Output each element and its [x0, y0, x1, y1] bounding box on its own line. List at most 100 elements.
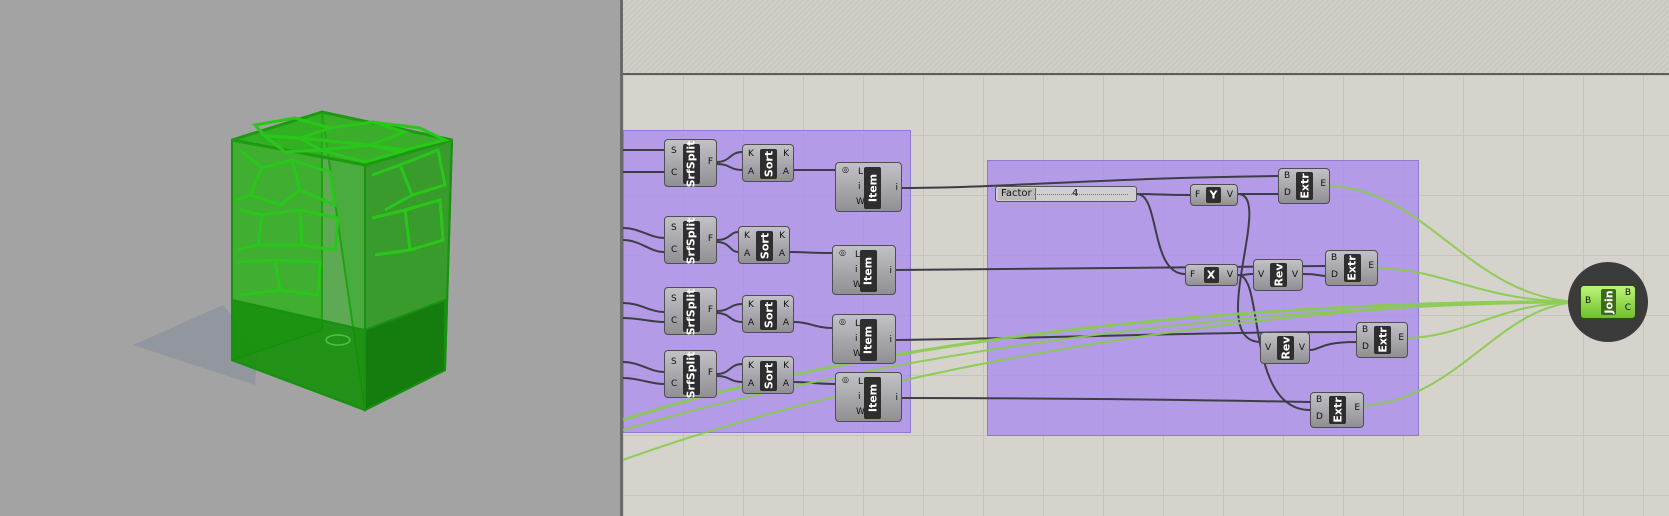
output-port[interactable]: V [1292, 270, 1298, 280]
output-port[interactable]: E [1368, 261, 1374, 271]
sort-component[interactable]: K A Sort K A [742, 295, 794, 333]
input-port[interactable]: i [858, 392, 861, 402]
sort-component[interactable]: K A Sort K A [742, 356, 794, 394]
output-port[interactable]: V [1227, 270, 1233, 280]
output-port[interactable]: V [1227, 190, 1233, 200]
output-port[interactable]: F [708, 234, 713, 244]
component-label: Sort [758, 232, 771, 260]
list-item-component[interactable]: ◎ L i W Item i [832, 245, 896, 295]
input-port[interactable]: B [1316, 395, 1322, 405]
component-label: Item [861, 256, 875, 286]
reverse-component[interactable]: V Rev V [1253, 259, 1303, 291]
component-label: SrfSplit [684, 288, 698, 336]
extrude-component[interactable]: B D Extr E [1356, 322, 1408, 358]
output-port[interactable]: i [889, 266, 892, 276]
output-port[interactable]: K [783, 149, 789, 159]
reparam-icon: ◎ [842, 165, 849, 174]
input-port[interactable]: A [748, 379, 754, 389]
input-port[interactable]: C [671, 316, 677, 326]
output-port[interactable]: i [889, 335, 892, 345]
extrude-component[interactable]: B D Extr E [1278, 168, 1330, 204]
output-port[interactable]: F [708, 157, 713, 167]
output-port[interactable]: F [708, 368, 713, 378]
srfsplit-component[interactable]: S C SrfSplit F [664, 139, 717, 187]
output-port[interactable]: A [783, 167, 789, 177]
output-port[interactable]: B [1625, 288, 1631, 298]
input-port[interactable]: D [1316, 412, 1323, 422]
component-label: Item [866, 383, 880, 413]
output-port[interactable]: E [1320, 179, 1326, 189]
input-port[interactable]: C [671, 245, 677, 255]
component-label: Extr [1298, 173, 1311, 199]
input-port[interactable]: K [748, 300, 754, 310]
input-port[interactable]: L [858, 377, 863, 387]
input-port[interactable]: B [1331, 253, 1337, 263]
component-label: X [1206, 268, 1216, 282]
list-item-component[interactable]: ◎ L i W Item i [835, 372, 902, 422]
output-port[interactable]: E [1354, 403, 1360, 413]
output-port[interactable]: C [1625, 303, 1631, 313]
component-label: SrfSplit [684, 217, 698, 265]
extrude-component[interactable]: B D Extr E [1310, 392, 1364, 428]
output-port[interactable]: A [783, 318, 789, 328]
input-port[interactable]: V [1258, 270, 1264, 280]
srfsplit-component[interactable]: S C SrfSplit F [664, 287, 717, 335]
sort-component[interactable]: K A Sort K A [742, 144, 794, 182]
input-port[interactable]: B [1585, 296, 1591, 306]
input-port[interactable]: C [671, 168, 677, 178]
srfsplit-component[interactable]: S C SrfSplit F [664, 216, 717, 264]
component-label: Item [861, 325, 875, 355]
extrude-component[interactable]: B D Extr E [1325, 250, 1378, 286]
input-port[interactable]: A [748, 167, 754, 177]
slider-track[interactable] [1034, 194, 1128, 195]
input-port[interactable]: K [748, 149, 754, 159]
input-port[interactable]: K [744, 231, 750, 241]
output-port[interactable]: F [708, 305, 713, 315]
input-port[interactable]: D [1331, 270, 1338, 280]
input-port[interactable]: S [671, 357, 677, 367]
component-label: Extr [1376, 327, 1389, 353]
output-port[interactable]: i [895, 183, 898, 193]
unit-y-component[interactable]: F Y V [1190, 184, 1238, 206]
input-port[interactable]: L [858, 167, 863, 177]
input-port[interactable]: A [748, 318, 754, 328]
input-port[interactable]: V [1265, 343, 1271, 353]
output-port[interactable]: A [783, 379, 789, 389]
input-port[interactable]: D [1284, 188, 1291, 198]
output-port[interactable]: E [1398, 333, 1404, 343]
component-label: Sort [762, 301, 775, 329]
input-port[interactable]: C [671, 379, 677, 389]
input-port[interactable]: S [671, 294, 677, 304]
output-port[interactable]: K [783, 300, 789, 310]
output-port[interactable]: i [895, 393, 898, 403]
output-port[interactable]: K [783, 361, 789, 371]
input-port[interactable]: S [671, 223, 677, 233]
input-port[interactable]: i [855, 265, 858, 275]
output-port[interactable]: A [779, 249, 785, 259]
factor-slider[interactable]: Factor 4 [995, 186, 1137, 202]
input-port[interactable]: D [1362, 342, 1369, 352]
output-port[interactable]: V [1299, 343, 1305, 353]
input-port[interactable]: K [748, 361, 754, 371]
input-port[interactable]: A [744, 249, 750, 259]
list-item-component[interactable]: ◎ L i W Item i [835, 162, 902, 212]
slider-name: Factor [998, 188, 1036, 200]
reverse-component[interactable]: V Rev V [1260, 332, 1310, 364]
input-port[interactable]: B [1284, 171, 1290, 181]
component-label: SrfSplit [684, 351, 698, 399]
input-port[interactable]: S [671, 146, 677, 156]
output-port[interactable]: K [779, 231, 785, 241]
srfsplit-component[interactable]: S C SrfSplit F [664, 350, 717, 398]
input-port[interactable]: B [1362, 325, 1368, 335]
sort-component[interactable]: K A Sort K A [738, 226, 790, 264]
component-label: Extr [1331, 397, 1344, 423]
input-port[interactable]: F [1190, 270, 1195, 280]
input-port[interactable]: i [858, 182, 861, 192]
input-port[interactable]: F [1195, 190, 1200, 200]
input-port[interactable]: i [855, 334, 858, 344]
slider-value[interactable]: 4 [1072, 188, 1078, 200]
join-brep-component[interactable]: B Join B C [1580, 285, 1636, 319]
component-label: Extr [1345, 255, 1359, 281]
unit-x-component[interactable]: F X V [1185, 264, 1238, 286]
list-item-component[interactable]: ◎ L i W Item i [832, 314, 896, 364]
